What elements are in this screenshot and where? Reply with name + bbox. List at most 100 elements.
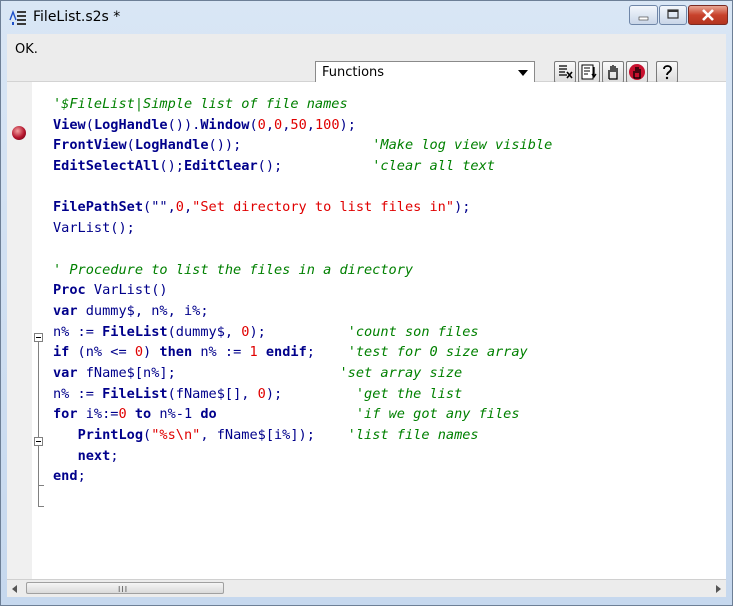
code-line[interactable]: if (n% <= 0) then n% := 1 endif; 'test f… (53, 342, 552, 363)
scrollbar-grip: III (118, 585, 129, 594)
fold-end-proc (38, 506, 44, 507)
code-token: FileList (102, 385, 168, 402)
code-text[interactable]: '$FileList|Simple list of file names View… (53, 94, 552, 487)
code-token: (fName$[], (167, 385, 258, 402)
code-token: "Set directory to list files in" (192, 199, 455, 216)
code-token: (n% <= (69, 344, 135, 361)
code-line[interactable]: n% := FileList(fName$[], 0); 'get the li… (53, 384, 552, 405)
code-line[interactable]: for i%:=0 to n%-1 do 'if we got any file… (53, 404, 552, 425)
code-token: i%:= (77, 406, 119, 423)
code-token: FilePathSet (53, 199, 144, 216)
window-title: FileList.s2s * (33, 9, 121, 25)
code-line[interactable]: Proc VarList() (53, 280, 552, 301)
code-token: Window (200, 116, 250, 133)
code-editor[interactable]: '$FileList|Simple list of file names View… (7, 82, 726, 579)
code-token: ); (249, 323, 348, 340)
code-line[interactable]: PrintLog("%s\n", fName$[i%]); 'list file… (53, 425, 552, 446)
code-token: ); (454, 199, 471, 216)
horizontal-scrollbar[interactable]: III (7, 579, 726, 597)
code-token: end (53, 468, 78, 485)
title-bar[interactable]: FileList.s2s * (1, 1, 732, 35)
code-line[interactable]: FilePathSet("",0,"Set directory to list … (53, 197, 552, 218)
code-line[interactable]: var fName$[n%]; 'set array size (53, 363, 552, 384)
code-line[interactable] (53, 239, 552, 260)
run-list-button[interactable] (578, 61, 600, 83)
code-line[interactable]: FrontView(LogHandle()); 'Make log view v… (53, 135, 552, 156)
code-line[interactable]: n% := FileList(dummy$, 0); 'count son fi… (53, 322, 552, 343)
scroll-left-icon[interactable] (12, 585, 17, 593)
code-token: 0 (257, 385, 266, 402)
code-token: ("", (143, 199, 176, 216)
code-token: dummy$, n%, i%; (77, 302, 209, 319)
chevron-down-icon (518, 70, 528, 76)
code-line[interactable]: VarList(); (53, 218, 552, 239)
code-token: ) (143, 344, 160, 361)
code-token: 0 (175, 199, 184, 216)
code-token: do (200, 406, 217, 423)
code-token: Proc (53, 282, 86, 299)
code-line[interactable]: var dummy$, n%, i%; (53, 301, 552, 322)
code-token: FileList (102, 323, 168, 340)
code-token: ( (85, 116, 94, 133)
code-token: 'clear all text (372, 158, 495, 175)
code-token: fName$[n%]; (77, 364, 340, 381)
stop-hand-icon (608, 65, 618, 80)
run-list-icon (581, 64, 597, 80)
code-token: 'test for 0 size array (347, 344, 528, 361)
code-line[interactable]: View(LogHandle()).Window(0,0,50,100); (53, 115, 552, 136)
functions-dropdown[interactable]: Functions (315, 61, 535, 84)
minimize-button[interactable] (629, 5, 658, 25)
editor-window: FileList.s2s * OK. Functions '$FileList|… (0, 0, 733, 606)
code-token: , (306, 116, 315, 133)
code-token: to (134, 406, 152, 423)
code-token: ); (265, 385, 356, 402)
code-token: , (265, 116, 275, 133)
code-line[interactable]: ' Procedure to list the files in a direc… (53, 260, 552, 281)
code-token: n% := (53, 323, 103, 340)
code-token: 'Make log view visible (372, 137, 553, 154)
close-icon (702, 9, 714, 21)
fold-toggle-proc[interactable] (34, 333, 43, 342)
code-line[interactable] (53, 177, 552, 198)
fold-toggle-for[interactable] (34, 437, 43, 446)
code-token: n% := (192, 344, 250, 361)
breakpoint-marker-icon[interactable] (12, 126, 26, 140)
code-line[interactable]: next; (53, 446, 552, 467)
code-token: , (183, 199, 193, 216)
code-token: next (77, 447, 111, 464)
code-token: 'set array size (339, 364, 463, 381)
code-token: VarList(); (53, 220, 135, 237)
status-text: OK. (15, 42, 38, 57)
code-token: (); (257, 158, 373, 175)
code-token: ); (339, 116, 356, 133)
code-token: (dummy$, (167, 323, 242, 340)
breakpoint-hand-button[interactable] (626, 61, 648, 83)
code-token: '$FileList|Simple list of file names (53, 96, 348, 112)
close-button[interactable] (688, 5, 728, 25)
code-line[interactable]: EditSelectAll();EditClear(); 'clear all … (53, 156, 552, 177)
stop-hand-button[interactable] (602, 61, 624, 83)
maximize-button[interactable] (659, 5, 687, 25)
code-line[interactable]: '$FileList|Simple list of file names (53, 94, 552, 115)
code-token: , fName$[i%]); (200, 427, 348, 443)
code-token: 50 (290, 116, 307, 133)
breakpoint-gutter[interactable] (7, 82, 32, 579)
code-token: 100 (314, 116, 340, 133)
fold-line (38, 342, 39, 441)
syntax-check-button[interactable] (554, 61, 576, 83)
help-icon (663, 65, 672, 80)
code-token: for (53, 406, 78, 423)
code-token: n%-1 (151, 406, 201, 423)
code-token: ( (126, 137, 135, 154)
code-token: 'count son files (347, 323, 479, 340)
code-token: endif (265, 344, 307, 361)
scroll-right-icon[interactable] (716, 585, 721, 593)
syntax-check-icon (559, 65, 573, 79)
minimize-icon (638, 16, 649, 21)
scrollbar-thumb[interactable]: III (26, 582, 224, 594)
help-button[interactable] (656, 61, 678, 83)
code-line[interactable]: end; (53, 466, 552, 487)
